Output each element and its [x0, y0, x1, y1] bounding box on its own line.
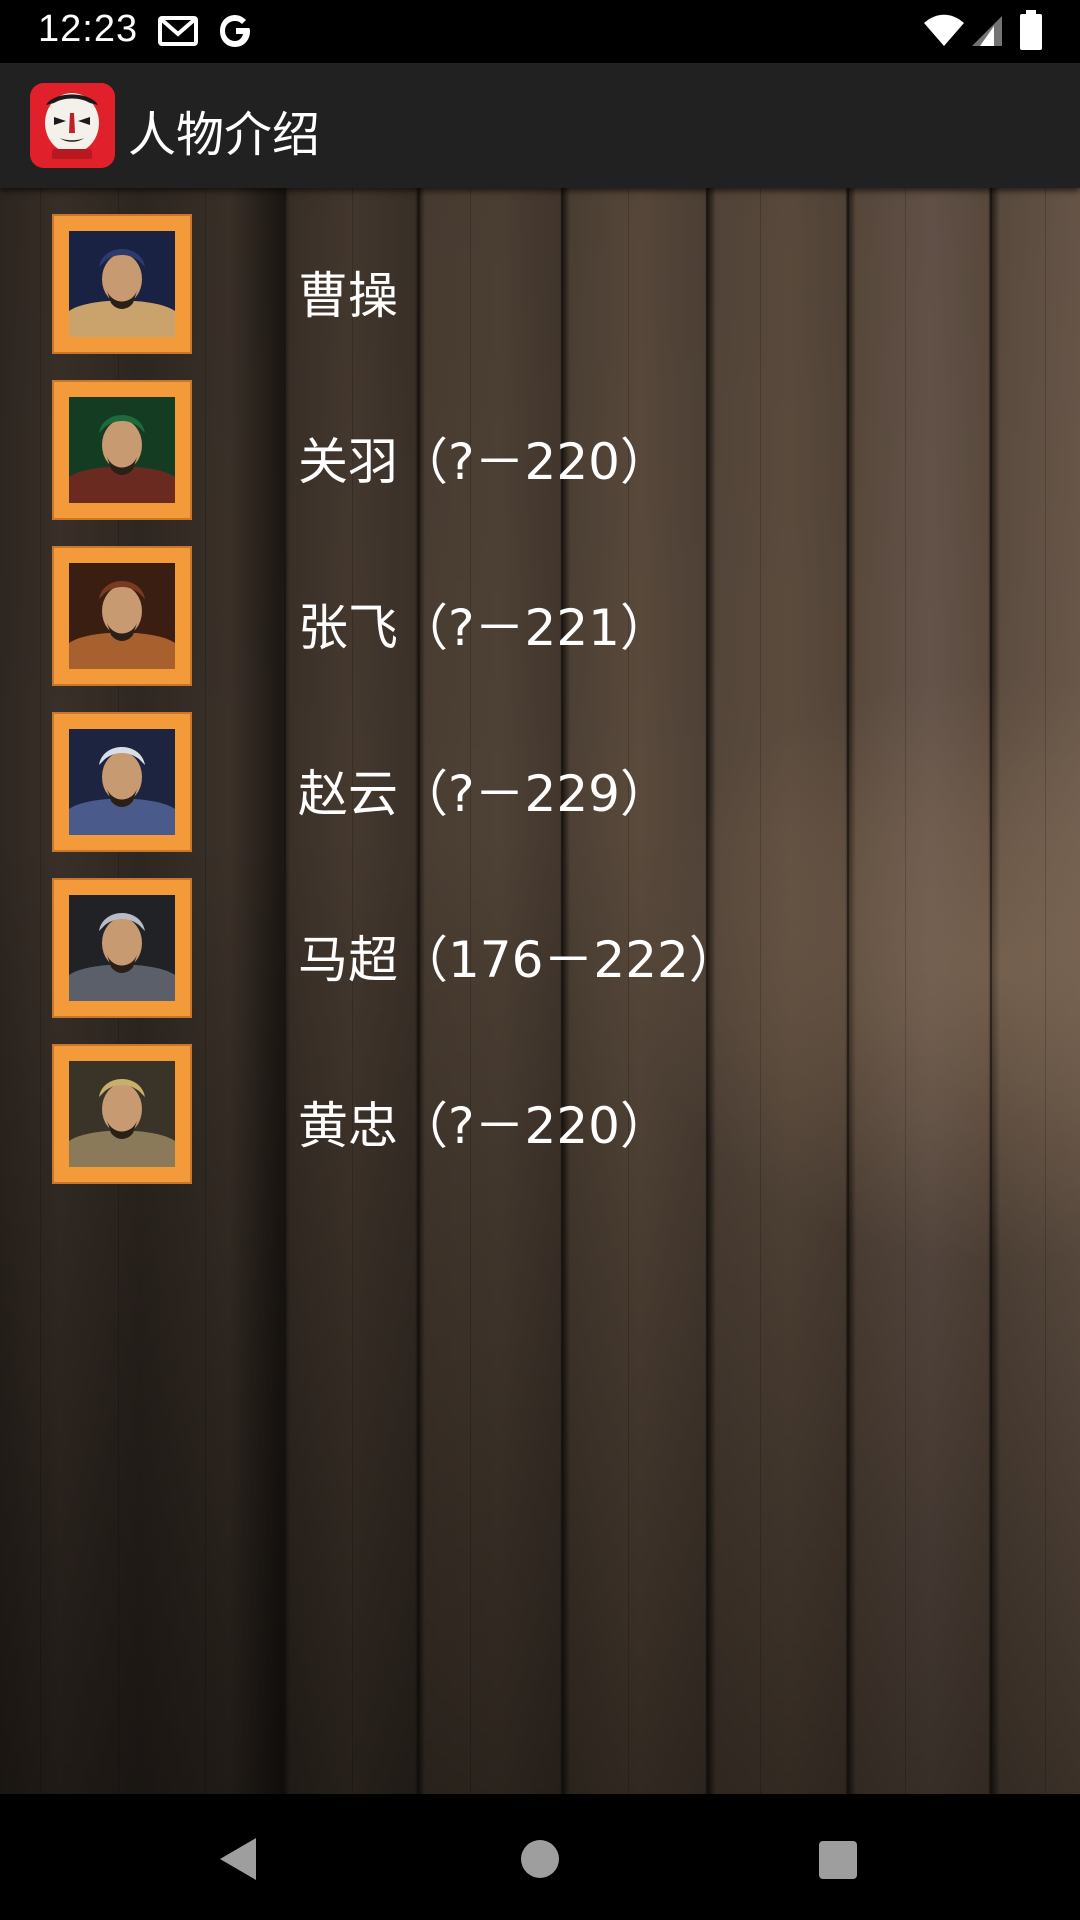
list-item[interactable]: 曹操 — [0, 188, 1080, 354]
character-name: 曹操 — [298, 267, 398, 325]
recents-square-icon[interactable] — [818, 1840, 858, 1884]
portrait-image — [69, 563, 175, 669]
character-name: 黄忠（?－220） — [298, 1097, 670, 1155]
portrait-frame — [52, 878, 192, 1018]
portrait-image — [69, 1061, 175, 1167]
navigation-bar — [0, 1794, 1080, 1920]
list-item[interactable]: 赵云（?－229） — [0, 686, 1080, 852]
portrait-image — [69, 397, 175, 503]
portrait-image — [69, 895, 175, 1001]
character-name: 张飞（?－221） — [298, 599, 670, 657]
status-time: 12:23 — [38, 8, 139, 50]
list-item[interactable]: 关羽（?－220） — [0, 354, 1080, 520]
portrait-image — [69, 729, 175, 835]
portrait-frame — [52, 214, 192, 354]
app-bar: 人物介绍 — [0, 63, 1080, 188]
portrait-frame — [52, 712, 192, 852]
google-icon — [218, 12, 254, 54]
wifi-icon — [922, 14, 966, 52]
list-item[interactable]: 黄忠（?－220） — [0, 1018, 1080, 1184]
list-item[interactable]: 张飞（?－221） — [0, 520, 1080, 686]
portrait-frame — [52, 380, 192, 520]
portrait-frame — [52, 546, 192, 686]
character-name: 赵云（?－229） — [298, 765, 670, 823]
home-circle-icon[interactable] — [519, 1838, 561, 1884]
list-item[interactable]: 马超（176－222） — [0, 852, 1080, 1018]
character-name: 关羽（?－220） — [298, 433, 670, 491]
portrait-image — [69, 231, 175, 337]
page-title: 人物介绍 — [128, 107, 321, 163]
cell-signal-icon — [970, 14, 1004, 52]
character-list: 曹操关羽（?－220） 张飞（?－221） 赵云（?－229） 马超（176－222）… — [0, 188, 1080, 1794]
battery-icon — [1020, 10, 1042, 54]
character-name: 马超（176－222） — [298, 931, 739, 989]
opera-mask-logo-icon[interactable] — [30, 83, 115, 168]
status-bar: 12:23 — [0, 0, 1080, 63]
gmail-icon — [158, 16, 198, 50]
back-triangle-icon[interactable] — [216, 1836, 260, 1886]
portrait-frame — [52, 1044, 192, 1184]
